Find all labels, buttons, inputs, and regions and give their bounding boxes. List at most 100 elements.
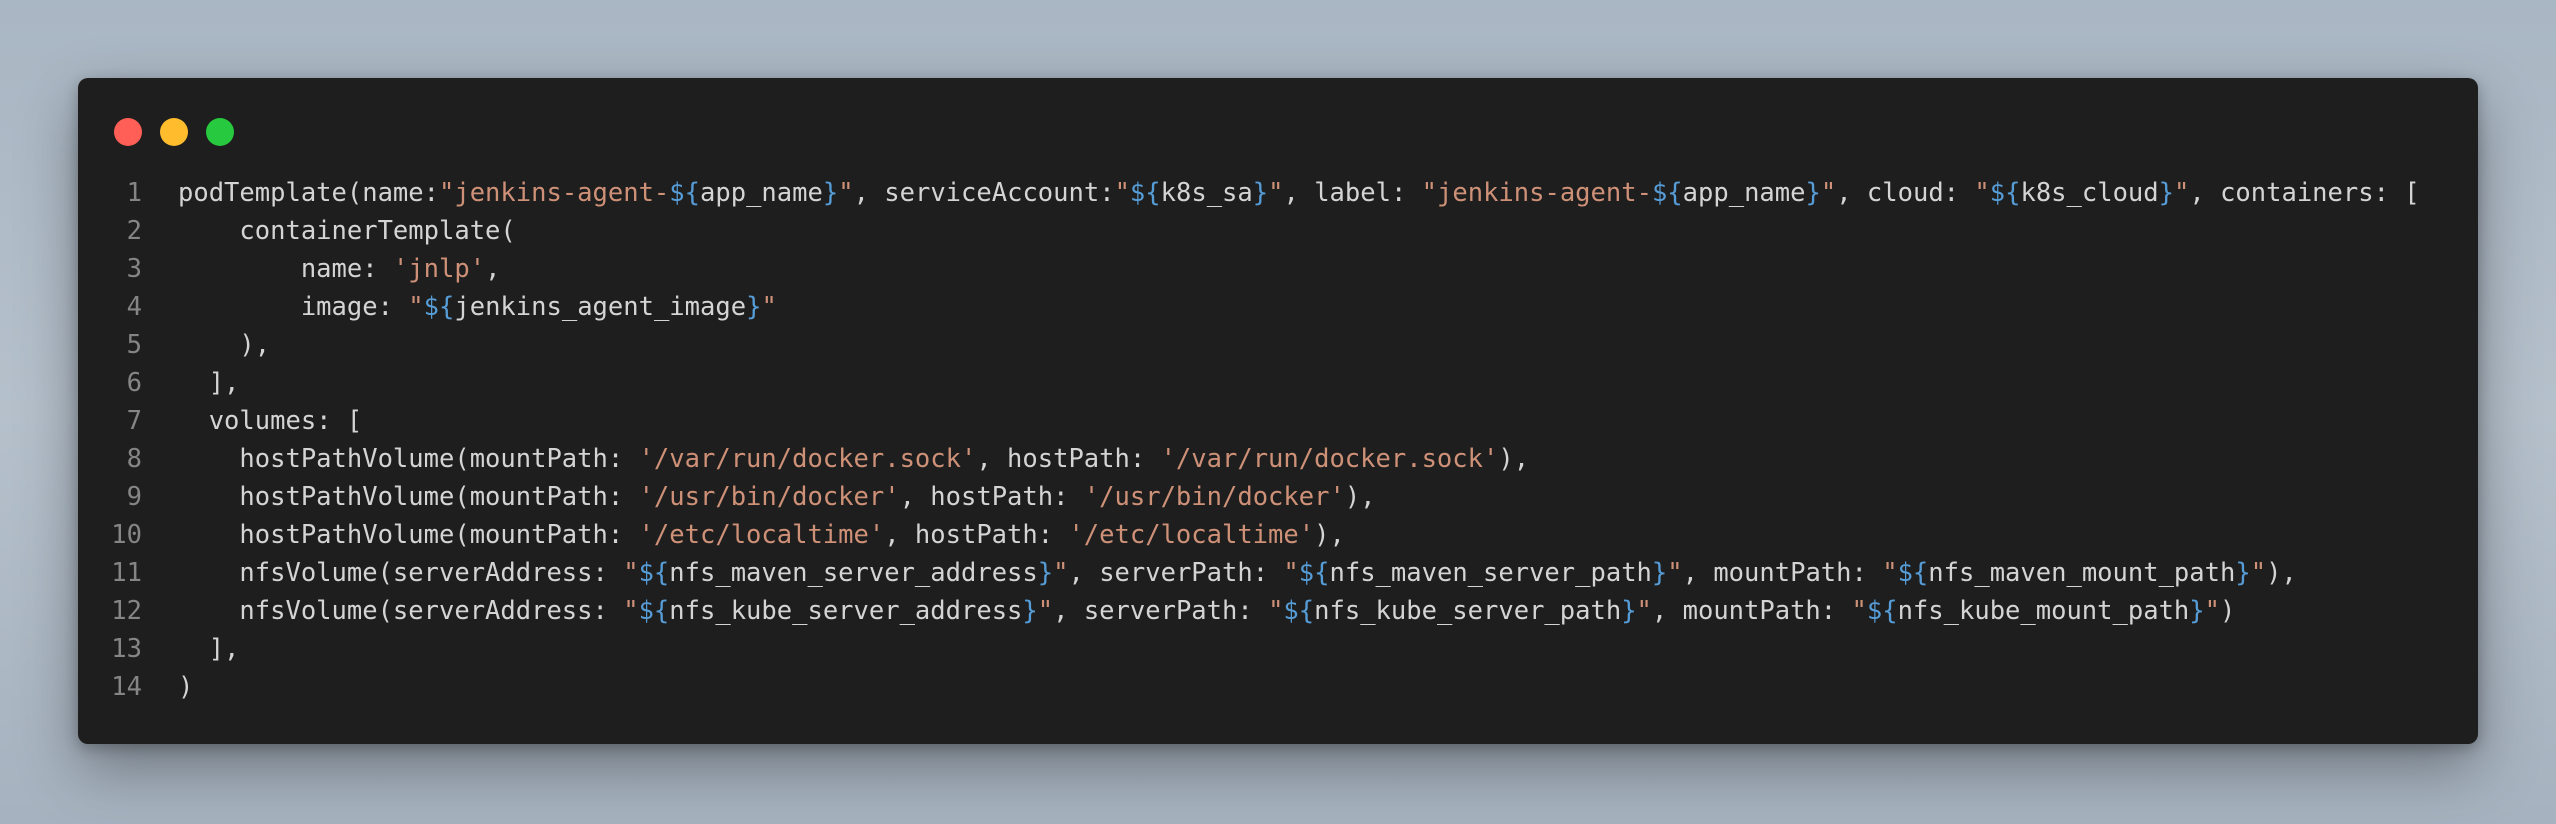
code-token-string: 'jnlp': [392, 254, 486, 284]
code-token-plain: , hostPath:: [899, 482, 1084, 512]
code-token-interp: ${: [1651, 178, 1683, 208]
code-token-plain: hostPathVolume(mountPath:: [178, 520, 639, 550]
code-token-string: ": [1268, 178, 1284, 208]
code-token-string: ": [1882, 558, 1898, 588]
code-token-plain: ),: [178, 330, 271, 360]
line-number: 3: [126, 254, 142, 284]
code-token-string: ": [623, 558, 639, 588]
code-token-plain: , serviceAccount:: [853, 178, 1115, 208]
code-token-plain: ],: [178, 368, 240, 398]
code-token-plain: nfs_kube_mount_path: [1897, 596, 2190, 626]
code-line: 11 nfsVolume(serverAddress: "${nfs_maven…: [78, 554, 2478, 592]
code-token-interp: }: [1621, 596, 1637, 626]
code-token-plain: , hostPath:: [976, 444, 1161, 474]
window-controls: [114, 118, 234, 146]
maximize-button[interactable]: [206, 118, 234, 146]
code-token-string: ": [623, 596, 639, 626]
code-token-interp: ${: [1298, 558, 1330, 588]
code-token-plain: ): [178, 672, 194, 702]
code-token-plain: nfs_maven_mount_path: [1928, 558, 2236, 588]
line-number: 5: [126, 330, 142, 360]
close-button[interactable]: [114, 118, 142, 146]
code-token-plain: , containers: [: [2189, 178, 2420, 208]
code-token-plain: ),: [1344, 482, 1376, 512]
line-number: 14: [111, 672, 142, 702]
code-token-interp: ${: [1866, 596, 1898, 626]
code-token-string: "jenkins-agent-: [439, 178, 670, 208]
line-source: name: 'jnlp',: [142, 250, 501, 288]
line-number: 8: [126, 444, 142, 474]
code-token-plain: ],: [178, 634, 240, 664]
code-token-string: '/etc/localtime': [638, 520, 885, 550]
code-token-string: ": [1667, 558, 1683, 588]
code-token-plain: name:: [178, 254, 393, 284]
line-source: ): [142, 668, 193, 706]
code-token-string: '/var/run/docker.sock': [1160, 444, 1499, 474]
code-token-string: ": [1268, 596, 1284, 626]
code-line: 9 hostPathVolume(mountPath: '/usr/bin/do…: [78, 478, 2478, 516]
code-token-interp: }: [1252, 178, 1269, 208]
code-token-interp: }: [2158, 178, 2174, 208]
code-token-plain: ),: [1498, 444, 1530, 474]
code-line: 2 containerTemplate(: [78, 212, 2478, 250]
code-line: 7 volumes: [: [78, 402, 2478, 440]
line-number: 10: [111, 520, 142, 550]
code-token-interp: ${: [423, 292, 455, 322]
code-token-plain: k8s_cloud: [2020, 178, 2159, 208]
code-token-string: ": [838, 178, 854, 208]
code-token-string: ": [1283, 558, 1299, 588]
code-token-plain: hostPathVolume(mountPath:: [178, 444, 639, 474]
code-token-plain: volumes: [: [178, 406, 363, 436]
code-token-plain: nfsVolume(serverAddress:: [178, 558, 624, 588]
code-token-plain: nfsVolume(serverAddress:: [178, 596, 624, 626]
line-number: 2: [126, 216, 142, 246]
code-token-string: "jenkins-agent-: [1421, 178, 1652, 208]
minimize-button[interactable]: [160, 118, 188, 146]
code-token-string: ": [1820, 178, 1837, 208]
code-window: 1 podTemplate(name:"jenkins-agent-${app_n…: [78, 78, 2478, 744]
code-token-interp: }: [2235, 558, 2251, 588]
code-token-plain: nfs_kube_server_path: [1314, 596, 1622, 626]
line-source: ],: [142, 364, 240, 402]
code-block[interactable]: 1 podTemplate(name:"jenkins-agent-${app_n…: [78, 174, 2478, 706]
code-token-plain: nfs_maven_server_address: [669, 558, 1038, 588]
line-number: 4: [126, 292, 142, 322]
line-source: hostPathVolume(mountPath: '/usr/bin/dock…: [142, 478, 1376, 516]
code-token-plain: nfs_kube_server_address: [669, 596, 1023, 626]
code-token-plain: , serverPath:: [1053, 596, 1269, 626]
code-token-string: ": [2250, 558, 2267, 588]
code-token-plain: podTemplate(name:: [178, 178, 439, 208]
line-number: 13: [111, 634, 142, 664]
code-token-string: ": [1636, 596, 1652, 626]
code-token-string: ": [1851, 596, 1867, 626]
code-token-string: '/usr/bin/docker': [638, 482, 900, 512]
line-source: image: "${jenkins_agent_image}": [142, 288, 777, 326]
code-line: 8 hostPathVolume(mountPath: '/var/run/do…: [78, 440, 2478, 478]
code-token-interp: }: [822, 178, 839, 208]
code-token-string: ": [408, 292, 424, 322]
line-number: 12: [111, 596, 142, 626]
line-source: nfsVolume(serverAddress: "${nfs_maven_se…: [142, 554, 2296, 592]
code-token-interp: }: [1805, 178, 1821, 208]
code-token-plain: , hostPath:: [884, 520, 1069, 550]
line-source: ],: [142, 630, 240, 668]
code-token-interp: ${: [638, 558, 670, 588]
code-token-string: ": [1114, 178, 1130, 208]
code-token-interp: ${: [1989, 178, 2021, 208]
code-token-string: '/etc/localtime': [1068, 520, 1315, 550]
line-source: containerTemplate(: [142, 212, 516, 250]
code-token-string: ": [2204, 596, 2220, 626]
code-token-plain: , cloud:: [1836, 178, 1975, 208]
code-token-string: ": [2174, 178, 2190, 208]
code-token-interp: ${: [1283, 596, 1315, 626]
code-line: 4 image: "${jenkins_agent_image}": [78, 288, 2478, 326]
code-line: 10 hostPathVolume(mountPath: '/etc/local…: [78, 516, 2478, 554]
line-source: volumes: [: [142, 402, 363, 440]
code-line: 3 name: 'jnlp',: [78, 250, 2478, 288]
line-source: hostPathVolume(mountPath: '/var/run/dock…: [142, 440, 1529, 478]
code-token-interp: }: [2189, 596, 2205, 626]
line-number: 7: [126, 406, 142, 436]
line-source: hostPathVolume(mountPath: '/etc/localtim…: [142, 516, 1344, 554]
code-token-plain: containerTemplate(: [178, 216, 516, 246]
line-source: podTemplate(name:"jenkins-agent-${app_na…: [142, 174, 2420, 212]
